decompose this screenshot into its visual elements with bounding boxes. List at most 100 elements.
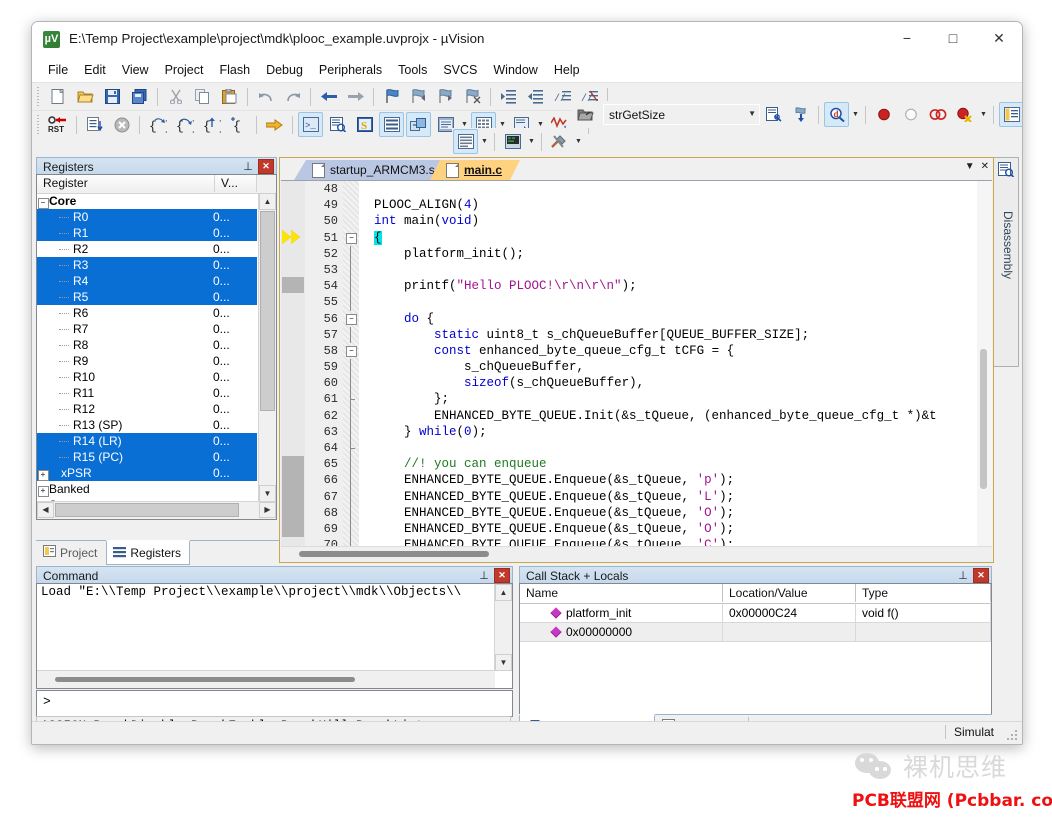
register-row[interactable]: R13 (SP) 0...	[37, 417, 257, 433]
system-viewer-icon[interactable]	[453, 129, 478, 154]
register-row[interactable]: R8 0...	[37, 337, 257, 353]
menu-peripherals[interactable]: Peripherals	[311, 60, 390, 80]
find-in-files-icon[interactable]	[761, 102, 786, 127]
fold-cell[interactable]: −	[343, 230, 359, 246]
code-line[interactable]: //! you can enqueue	[359, 456, 976, 472]
code-line[interactable]: s_chQueueBuffer,	[359, 359, 976, 375]
scroll-up-icon[interactable]: ▲	[495, 584, 512, 601]
new-file-icon[interactable]	[46, 84, 71, 109]
menu-window[interactable]: Window	[485, 60, 545, 80]
toolbar-grip[interactable]	[35, 115, 43, 134]
find-icon[interactable]: d	[824, 102, 849, 127]
step-out-icon[interactable]: { }	[199, 112, 224, 137]
scroll-down-icon[interactable]: ▼	[259, 485, 276, 502]
code-line[interactable]: ENHANCED_BYTE_QUEUE.Enqueue(&s_tQueue, '…	[359, 521, 976, 537]
save-icon[interactable]	[100, 84, 125, 109]
stop-icon[interactable]	[109, 112, 134, 137]
reset-cpu-icon[interactable]: RST	[46, 112, 71, 137]
menu-svcs[interactable]: SVCS	[435, 60, 485, 80]
command-vscrollbar[interactable]: ▲ ▼	[494, 584, 512, 671]
code-line[interactable]	[359, 181, 976, 197]
code-line[interactable]: static uint8_t s_chQueueBuffer[QUEUE_BUF…	[359, 327, 976, 343]
column-register[interactable]: Register	[37, 175, 215, 192]
manage-windows-icon[interactable]	[999, 102, 1022, 127]
breakpoint-gutter[interactable]	[281, 181, 306, 547]
open-file-icon[interactable]	[73, 84, 98, 109]
trace-windows-icon[interactable]	[500, 129, 525, 154]
close-icon[interactable]: ✕	[258, 159, 274, 174]
pin-icon[interactable]: ⊥	[241, 160, 255, 174]
code-line[interactable]	[359, 440, 976, 456]
register-row[interactable]: R5 0...	[37, 289, 257, 305]
symbols-window-icon[interactable]: S	[352, 112, 377, 137]
browse-icon[interactable]	[573, 102, 598, 127]
code-line[interactable]: ENHANCED_BYTE_QUEUE.Enqueue(&s_tQueue, '…	[359, 489, 976, 505]
menu-file[interactable]: File	[40, 60, 76, 80]
trace-windows-dropdown[interactable]: ▼	[526, 130, 537, 153]
breakpoints-dropdown[interactable]: ▼	[978, 103, 989, 126]
register-row[interactable]: R6 0...	[37, 305, 257, 321]
bookmark-next-icon[interactable]	[433, 84, 458, 109]
scroll-left-icon[interactable]: ◀	[37, 502, 54, 518]
code-line[interactable]: PLOOC_ALIGN(4)	[359, 197, 976, 213]
registers-vscroll-thumb[interactable]	[260, 211, 275, 411]
bookmark-clear-icon[interactable]	[460, 84, 485, 109]
bookmark-prev-icon[interactable]	[406, 84, 431, 109]
pin-icon[interactable]: ⊥	[956, 569, 970, 583]
register-row[interactable]: R10 0...	[37, 369, 257, 385]
run-icon[interactable]	[82, 112, 107, 137]
register-row[interactable]: + xPSR 0...	[37, 465, 257, 481]
step-over-icon[interactable]: { }	[172, 112, 197, 137]
code-line[interactable]: platform_init();	[359, 246, 976, 262]
command-hscroll-thumb[interactable]	[55, 677, 355, 682]
register-row[interactable]: R1 0...	[37, 225, 257, 241]
function-selector[interactable]: strGetSize ▼	[603, 104, 760, 125]
editor-vscrollbar[interactable]	[977, 181, 992, 547]
dock-tab-registers[interactable]: Registers	[106, 540, 191, 565]
register-row[interactable]: R11 0...	[37, 385, 257, 401]
chevron-down-icon[interactable]: ▼	[748, 109, 756, 118]
close-button[interactable]: ✕	[976, 22, 1022, 55]
scroll-right-icon[interactable]: ▶	[259, 502, 276, 518]
insert-breakpoint-icon[interactable]	[871, 102, 896, 127]
editor-tablist-dropdown-icon[interactable]: ▼	[965, 161, 975, 172]
editor-hscroll-thumb[interactable]	[299, 551, 489, 557]
editor-vscroll-thumb[interactable]	[980, 349, 987, 489]
menu-edit[interactable]: Edit	[76, 60, 114, 80]
register-row[interactable]: R7 0...	[37, 321, 257, 337]
code-line[interactable]	[359, 294, 976, 310]
fold-cell[interactable]: −	[343, 311, 359, 327]
navigate-forward-icon[interactable]	[343, 84, 368, 109]
disable-breakpoint-icon[interactable]	[925, 102, 950, 127]
registers-hscroll-thumb[interactable]	[55, 503, 239, 517]
system-viewer-dropdown[interactable]: ▼	[479, 130, 490, 153]
code-line[interactable]: ENHANCED_BYTE_QUEUE.Init(&s_tQueue, (enh…	[359, 408, 976, 424]
registers-tree[interactable]: Register V... − Core R0 0... R1 0... R2 0... R3 0…	[36, 174, 277, 520]
code-line[interactable]: printf("Hello PLOOC!\r\n\r\n");	[359, 278, 976, 294]
toolbox-dropdown[interactable]: ▼	[573, 130, 584, 153]
editor-hscrollbar[interactable]	[281, 546, 992, 561]
scroll-up-icon[interactable]: ▲	[259, 193, 276, 210]
tree-expander[interactable]: −	[37, 194, 49, 209]
indent-right-icon[interactable]	[496, 84, 521, 109]
find-dropdown[interactable]: ▼	[850, 103, 861, 126]
registers-vscrollbar[interactable]: ▲ ▼	[258, 193, 276, 502]
register-row[interactable]: R3 0...	[37, 257, 257, 273]
editor-close-icon[interactable]: ✕	[981, 161, 989, 172]
save-all-icon[interactable]	[127, 84, 152, 109]
column-name[interactable]: Name	[520, 584, 723, 602]
menu-flash[interactable]: Flash	[211, 60, 258, 80]
column-value[interactable]: V...	[215, 175, 257, 192]
minimize-button[interactable]: −	[884, 22, 930, 55]
close-icon[interactable]: ✕	[494, 568, 510, 583]
command-input[interactable]: >	[36, 690, 513, 717]
code-line[interactable]: };	[359, 391, 976, 407]
registers-window-icon[interactable]	[379, 112, 404, 137]
cut-icon[interactable]	[163, 84, 188, 109]
code-line[interactable]: sizeof(s_chQueueBuffer),	[359, 375, 976, 391]
menu-view[interactable]: View	[114, 60, 157, 80]
redo-icon[interactable]	[280, 84, 305, 109]
run-to-cursor-icon[interactable]: { }	[226, 112, 251, 137]
menu-help[interactable]: Help	[546, 60, 588, 80]
pin-icon[interactable]: ⊥	[477, 569, 491, 583]
